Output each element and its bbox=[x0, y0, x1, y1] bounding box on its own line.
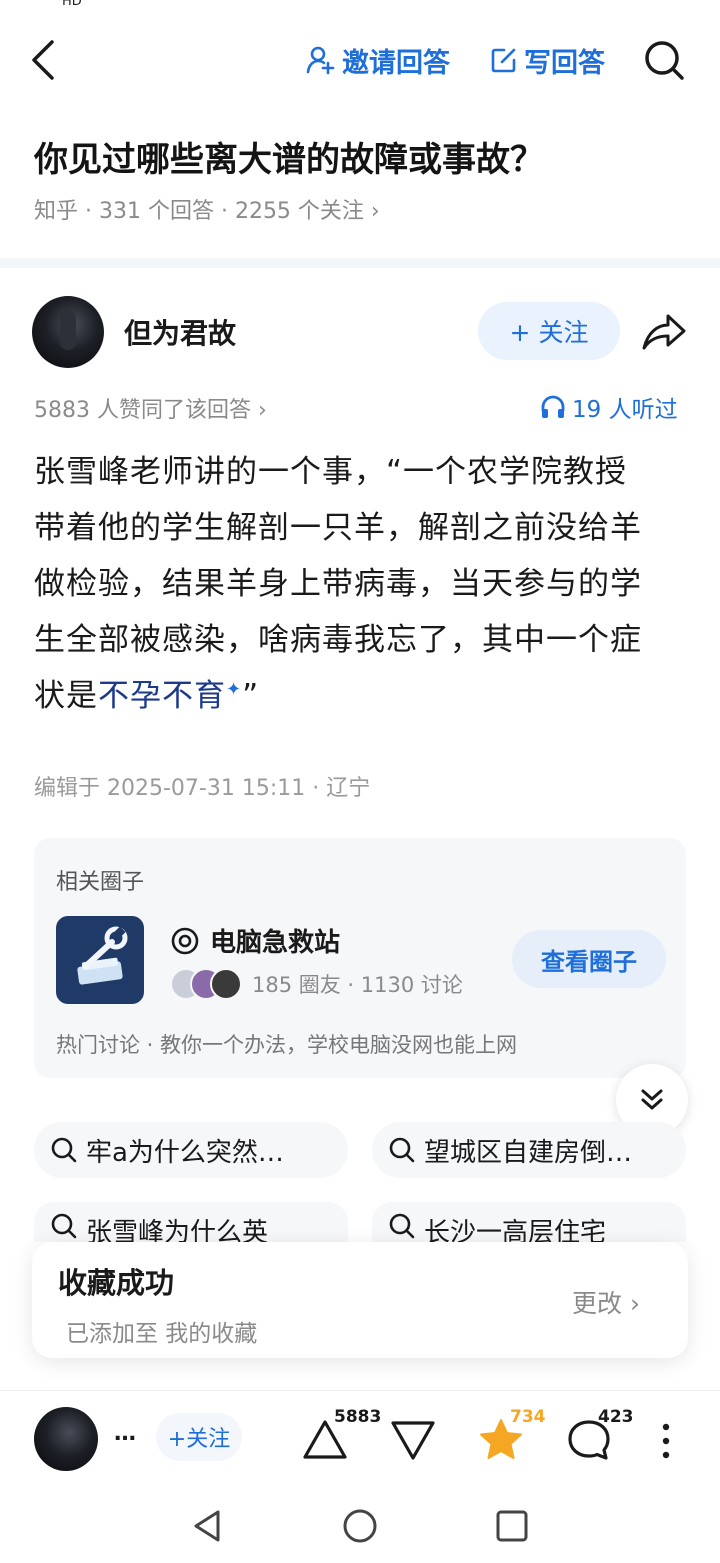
bottom-author-name[interactable]: … bbox=[114, 1421, 136, 1446]
listened-count[interactable]: 19 人听过 bbox=[540, 390, 678, 424]
search-icon bbox=[51, 1137, 77, 1163]
write-answer-label: 写回答 bbox=[524, 47, 605, 79]
back-button[interactable] bbox=[26, 38, 66, 82]
search-icon bbox=[389, 1137, 415, 1163]
edited-timestamp: 编辑于 2025-07-31 15:11 · 辽宁 bbox=[34, 776, 371, 801]
answer-line: 带着他的学生解剖一只羊，解剖之前没给羊 bbox=[34, 510, 642, 546]
related-search-chip[interactable]: 望城区自建房倒… bbox=[372, 1122, 686, 1178]
section-divider bbox=[0, 258, 720, 268]
bottom-author-avatar[interactable] bbox=[34, 1407, 98, 1471]
more-button[interactable] bbox=[656, 1421, 676, 1461]
comment-count: 423 bbox=[598, 1407, 634, 1427]
answer-line: 做检验，结果羊身上带病毒，当天参与的学 bbox=[34, 566, 642, 602]
bottom-follow-button[interactable]: +关注 bbox=[156, 1413, 242, 1461]
user-plus-icon bbox=[306, 46, 335, 75]
circle-ring-icon bbox=[171, 927, 199, 954]
related-search-label: 望城区自建房倒… bbox=[424, 1137, 633, 1168]
related-search-label: 长沙一高层住宅 bbox=[424, 1218, 607, 1242]
answer-line: 张雪峰老师讲的一个事，“一个农学院教授 bbox=[34, 454, 628, 490]
headphones-icon bbox=[541, 395, 565, 418]
follow-button[interactable]: + 关注 bbox=[478, 302, 620, 360]
related-search-chip[interactable]: 牢a为什么突然… bbox=[34, 1122, 348, 1178]
nav-back-button[interactable] bbox=[188, 1506, 228, 1546]
hot-discussion[interactable]: 热门讨论 · 教你一个办法，学校电脑没网也能上网 bbox=[56, 1029, 517, 1059]
related-search-chip[interactable]: 张雪峰为什么英 bbox=[34, 1202, 348, 1242]
status-bar: HD bbox=[0, 0, 720, 14]
answer-text: 状是 bbox=[34, 678, 98, 714]
favorite-toast: 收藏成功 已添加至 我的收藏 更改 › bbox=[32, 1242, 688, 1358]
question-title[interactable]: 你见过哪些离大谱的故障或事故？ bbox=[34, 132, 544, 181]
favorite-count: 734 bbox=[510, 1407, 546, 1427]
nav-back-icon bbox=[194, 1510, 220, 1542]
listened-label: 19 人听过 bbox=[572, 397, 678, 423]
upvote-count: 5883 bbox=[334, 1407, 382, 1427]
search-icon bbox=[389, 1213, 415, 1239]
member-avatar bbox=[210, 968, 242, 1000]
double-chevron-down-icon bbox=[641, 1089, 663, 1110]
toast-subtitle: 已添加至 我的收藏 bbox=[66, 1321, 258, 1347]
related-circle-card: 相关圈子 电脑急救站 185 圈友 · 1130 讨论 查看圈子 热门讨论 · … bbox=[34, 838, 686, 1078]
invite-answer-label: 邀请回答 bbox=[342, 47, 450, 79]
nav-home-button[interactable] bbox=[340, 1506, 380, 1546]
votes-line[interactable]: 5883 人赞同了该回答 › bbox=[34, 392, 267, 424]
author-name[interactable]: 但为君故 bbox=[124, 312, 236, 352]
system-nav-bar bbox=[0, 1488, 720, 1563]
top-bar: 邀请回答 写回答 bbox=[0, 30, 720, 90]
related-search-label: 张雪峰为什么英 bbox=[86, 1218, 269, 1242]
question-meta[interactable]: 知乎 · 331 个回答 · 2255 个关注 › bbox=[34, 193, 380, 225]
search-button[interactable] bbox=[642, 38, 686, 82]
more-vertical-icon bbox=[662, 1423, 670, 1459]
member-avatars bbox=[170, 968, 246, 1000]
downvote-button[interactable] bbox=[390, 1417, 436, 1463]
sparkle-icon: ✦ bbox=[226, 679, 243, 700]
search-icon bbox=[645, 41, 684, 80]
answer-text: ” bbox=[242, 678, 260, 714]
search-icon bbox=[51, 1213, 77, 1239]
circle-logo[interactable] bbox=[56, 916, 144, 1004]
nav-recents-icon bbox=[496, 1510, 528, 1542]
author-avatar[interactable] bbox=[32, 296, 104, 368]
edit-icon bbox=[491, 48, 516, 73]
answer-line: 生全部被感染，啥病毒我忘了，其中一个症 bbox=[34, 622, 642, 658]
change-collection-button[interactable]: 更改 › bbox=[572, 1284, 640, 1320]
share-arrow-icon bbox=[642, 314, 686, 350]
highlight-link[interactable]: 不孕不育 bbox=[98, 678, 226, 714]
write-answer-button[interactable]: 写回答 bbox=[490, 40, 605, 80]
wrench-chip-icon bbox=[77, 926, 128, 985]
circle-name: 电脑急救站 bbox=[210, 928, 341, 958]
related-search-chip[interactable]: 长沙一高层住宅 bbox=[372, 1202, 686, 1242]
circle-header: 相关圈子 bbox=[56, 870, 145, 895]
triangle-down-icon bbox=[391, 1421, 435, 1460]
share-button[interactable] bbox=[640, 310, 688, 354]
bottom-action-bar: … +关注 5883 734 423 bbox=[0, 1390, 720, 1489]
circle-stats: 185 圈友 · 1130 讨论 bbox=[252, 973, 463, 997]
related-search-label: 牢a为什么突然… bbox=[86, 1137, 284, 1168]
nav-home-icon bbox=[343, 1509, 377, 1543]
view-circle-button[interactable]: 查看圈子 bbox=[512, 930, 666, 988]
toast-title: 收藏成功 bbox=[58, 1266, 175, 1300]
status-left-text: HD bbox=[62, 0, 82, 9]
circle-name-row[interactable]: 电脑急救站 bbox=[170, 922, 340, 959]
nav-recents-button[interactable] bbox=[492, 1506, 532, 1546]
invite-answer-button[interactable]: 邀请回答 bbox=[306, 40, 450, 80]
answer-line: 状是不孕不育✦” bbox=[34, 668, 689, 724]
answer-content: 张雪峰老师讲的一个事，“一个农学院教授 带着他的学生解剖一只羊，解剖之前没给羊 … bbox=[34, 444, 689, 724]
chevron-left-icon bbox=[32, 40, 54, 80]
